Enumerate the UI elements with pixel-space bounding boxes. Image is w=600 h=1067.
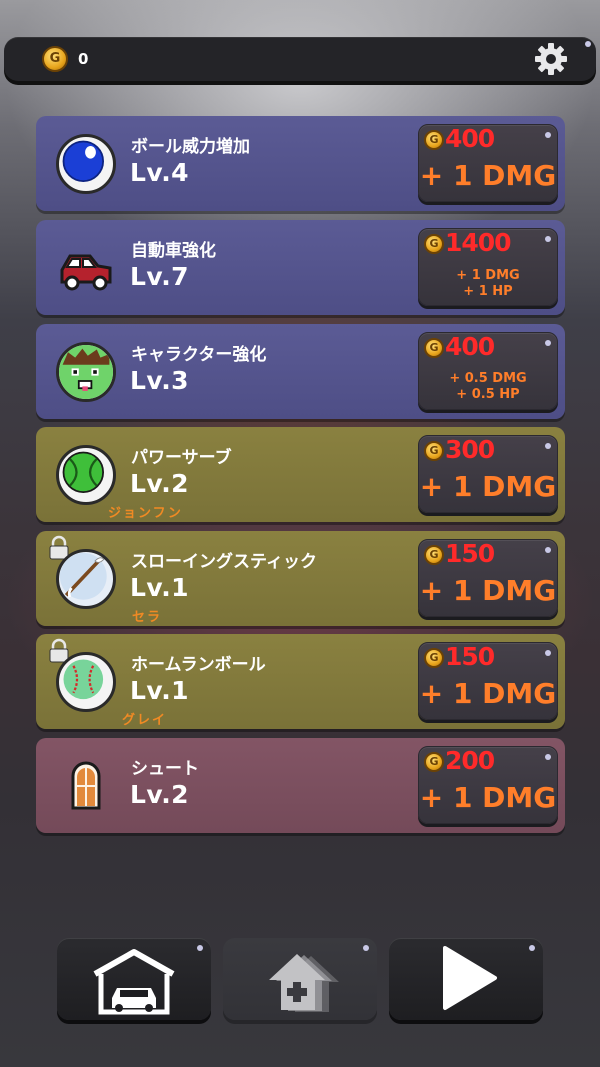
gold-coin-icon: G (424, 441, 444, 461)
notification-dot (529, 945, 535, 951)
upgrade-price: 1400 (445, 228, 512, 257)
upgrade-effect-line: + 0.5 DMG (449, 371, 527, 386)
coin-count: 0 (78, 50, 89, 68)
character-owner: グレイ (122, 713, 168, 728)
upgrade-effect-line: + 0.5 HP (456, 387, 520, 402)
upgrade-name: パワーサーブ (131, 448, 232, 468)
upgrade-level: Lv.1 (130, 676, 190, 705)
upgrade-name: 自動車強化 (131, 241, 216, 261)
upgrade-card-power-serve: パワーサーブ Lv.2 ジョンフン G 300 + 1 DMG (36, 427, 565, 522)
buy-upgrade-button[interactable]: G 300 + 1 DMG (418, 435, 558, 513)
gold-coin-icon: G (42, 46, 68, 72)
buy-upgrade-button[interactable]: G 400 + 1 DMG (418, 124, 558, 202)
gear-icon[interactable] (534, 42, 568, 76)
shoot-door-icon (56, 756, 116, 816)
upgrade-price: 200 (445, 746, 495, 775)
notification-dot (545, 236, 551, 242)
upgrade-name: シュート (131, 759, 199, 779)
top-bar: G 0 (4, 37, 596, 81)
notification-dot (545, 650, 551, 656)
upgrade-stack-icon (269, 954, 339, 1012)
upgrade-name: ホームランボール (131, 655, 266, 675)
upgrade-effect: + 1 DMG (419, 781, 557, 814)
upgrade-effect-line: + 1 DMG (456, 268, 520, 283)
buy-upgrade-button[interactable]: G 150 + 1 DMG (418, 642, 558, 720)
upgrade-price: 150 (445, 539, 495, 568)
buy-upgrade-button[interactable]: G 1400 + 1 DMG + 1 HP (418, 228, 558, 306)
upgrade-effect: + 1 DMG (419, 470, 557, 503)
upgrade-card-shoot: シュート Lv.2 G 200 + 1 DMG (36, 738, 565, 833)
buy-upgrade-button[interactable]: G 400 + 0.5 DMG + 0.5 HP (418, 332, 558, 410)
upgrade-card-car: 自動車強化 Lv.7 G 1400 + 1 DMG + 1 HP (36, 220, 565, 315)
upgrade-effect: + 1 DMG (419, 677, 557, 710)
play-button[interactable] (389, 938, 543, 1020)
character-owner: セラ (132, 610, 163, 625)
upgrade-card-throwing-stick: スローイングスティック Lv.1 セラ G 150 + 1 DMG (36, 531, 565, 626)
upgrade-name: スローイングスティック (131, 552, 317, 572)
notification-dot (197, 945, 203, 951)
upgrade-price: 150 (445, 642, 495, 671)
upgrade-card-home-run-ball: ホームランボール Lv.1 グレイ G 150 + 1 DMG (36, 634, 565, 729)
gold-coin-icon: G (424, 130, 444, 150)
gold-coin-icon: G (424, 234, 444, 254)
notification-dot (363, 945, 369, 951)
upgrade-name: ボール威力増加 (131, 137, 250, 157)
upgrade-level: Lv.1 (130, 573, 190, 602)
buy-upgrade-button[interactable]: G 200 + 1 DMG (418, 746, 558, 824)
upgrade-price: 300 (445, 435, 495, 464)
upgrade-level: Lv.3 (130, 366, 190, 395)
upgrade-price: 400 (445, 124, 495, 153)
throwing-stick-icon (56, 549, 116, 609)
blue-ball-icon (56, 134, 116, 194)
character-owner: ジョンフン (108, 506, 183, 521)
play-icon (443, 946, 497, 1010)
notification-dot (545, 754, 551, 760)
upgrade-level: Lv.4 (130, 158, 190, 187)
gold-coin-icon: G (424, 338, 444, 358)
upgrade-level: Lv.2 (130, 469, 190, 498)
upgrade-level: Lv.2 (130, 780, 190, 809)
notification-dot (545, 340, 551, 346)
tennis-ball-icon (56, 445, 116, 505)
upgrade-effect: + 1 DMG (419, 159, 557, 192)
upgrade-level: Lv.7 (130, 262, 190, 291)
garage-button[interactable] (57, 938, 211, 1020)
upgrade-price: 400 (445, 332, 495, 361)
notification-dot (545, 443, 551, 449)
upgrade-button[interactable] (223, 938, 377, 1020)
garage-icon (93, 949, 175, 1015)
upgrade-effect: + 1 DMG (419, 574, 557, 607)
gold-coin-icon: G (424, 648, 444, 668)
upgrade-card-ball-power: ボール威力増加 Lv.4 G 400 + 1 DMG (36, 116, 565, 211)
red-car-icon (56, 238, 116, 298)
notification-dot (545, 547, 551, 553)
notification-dot (585, 41, 591, 47)
upgrade-name: キャラクター強化 (131, 345, 267, 365)
buy-upgrade-button[interactable]: G 150 + 1 DMG (418, 539, 558, 617)
character-face-icon (56, 342, 116, 402)
baseball-icon (56, 652, 116, 712)
gold-coin-icon: G (424, 545, 444, 565)
notification-dot (545, 132, 551, 138)
upgrade-effect-line: + 1 HP (463, 284, 513, 299)
upgrade-card-character: キャラクター強化 Lv.3 G 400 + 0.5 DMG + 0.5 HP (36, 324, 565, 419)
gold-coin-icon: G (424, 752, 444, 772)
